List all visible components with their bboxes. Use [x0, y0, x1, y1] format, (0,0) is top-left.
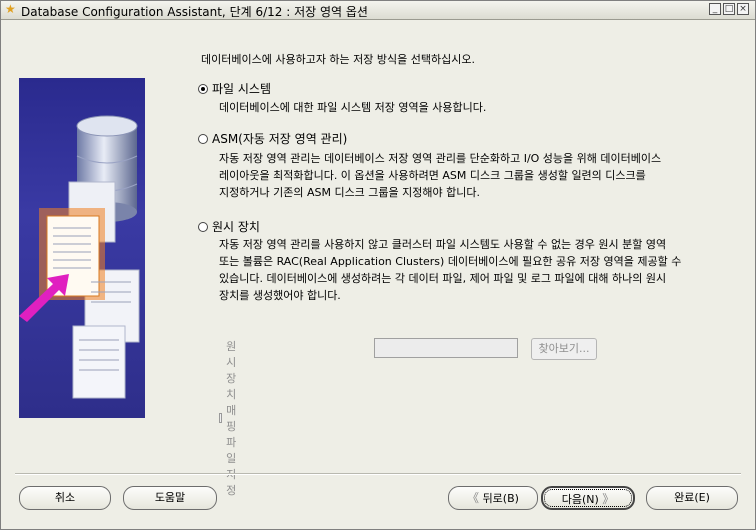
footer-divider [15, 473, 741, 475]
option-raw-devices[interactable]: 원시 장치 [198, 218, 260, 235]
description-line: 자동 저장 영역 관리를 사용하지 않고 클러스터 파일 시스템도 사용할 수 … [219, 238, 667, 251]
intro-text: 데이터베이스에 사용하고자 하는 저장 방식을 선택하십시오. [201, 53, 475, 66]
asm-label: ASM(자동 저장 영역 관리) [212, 132, 348, 146]
browse-button[interactable]: 찾아보기... [531, 338, 597, 360]
description-line: 있습니다. 데이터베이스에 생성하려는 각 데이터 파일, 제어 파일 및 로그… [219, 272, 667, 285]
wizard-illustration [19, 78, 145, 418]
asm-radio[interactable] [198, 133, 208, 144]
window-controls: _ □ × [709, 3, 749, 15]
chevron-right-icon: 》 [602, 492, 615, 506]
back-label: 뒤로(B) [482, 492, 519, 505]
raw-devices-description: 자동 저장 영역 관리를 사용하지 않고 클러스터 파일 시스템도 사용할 수 … [219, 236, 739, 304]
description-line: 또는 볼륨은 RAC(Real Application Clusters) 데이… [219, 255, 682, 268]
chevron-left-icon: 《 [467, 491, 480, 505]
raw-devices-label: 원시 장치 [212, 220, 260, 234]
file-system-description: 데이터베이스에 대한 파일 시스템 저장 영역을 사용합니다. [219, 99, 739, 116]
finish-button[interactable]: 완료(E) [646, 486, 738, 510]
back-button[interactable]: 《 뒤로(B) [448, 486, 538, 510]
file-system-label: 파일 시스템 [212, 82, 272, 96]
app-star-icon: ★ [5, 2, 16, 16]
description-line: 자동 저장 영역 관리는 데이터베이스 저장 영역 관리를 단순화하고 I/O … [219, 152, 662, 165]
option-file-system[interactable]: 파일 시스템 [198, 80, 271, 97]
database-documents-illustration [19, 115, 140, 399]
title-bar: ★ Database Configuration Assistant, 단계 6… [1, 1, 755, 20]
option-asm[interactable]: ASM(자동 저장 영역 관리) [198, 130, 347, 147]
mapping-file-input[interactable] [374, 338, 518, 358]
close-button[interactable]: × [737, 3, 749, 15]
help-button[interactable]: 도움말 [123, 486, 217, 510]
window-title: Database Configuration Assistant, 단계 6/1… [21, 5, 368, 19]
file-system-radio[interactable] [198, 83, 208, 94]
cancel-button[interactable]: 취소 [19, 486, 111, 510]
raw-devices-radio[interactable] [198, 221, 208, 232]
asm-description: 자동 저장 영역 관리는 데이터베이스 저장 영역 관리를 단순화하고 I/O … [219, 150, 739, 201]
description-line: 데이터베이스에 대한 파일 시스템 저장 영역을 사용합니다. [219, 101, 487, 114]
mapping-file-checkbox[interactable] [219, 413, 223, 423]
dialog-window: ★ Database Configuration Assistant, 단계 6… [0, 0, 756, 530]
next-button[interactable]: 다음(N) 》 [541, 486, 635, 510]
minimize-button[interactable]: _ [709, 3, 721, 15]
description-line: 레이아웃을 최적화합니다. 이 옵션을 사용하려면 ASM 디스크 그룹을 생성… [219, 169, 646, 182]
maximize-button[interactable]: □ [723, 3, 735, 15]
next-label: 다음(N) [561, 493, 599, 506]
description-line: 지정하거나 기존의 ASM 디스크 그룹을 지정해야 합니다. [219, 186, 480, 199]
description-line: 장치를 생성했어야 합니다. [219, 289, 341, 302]
